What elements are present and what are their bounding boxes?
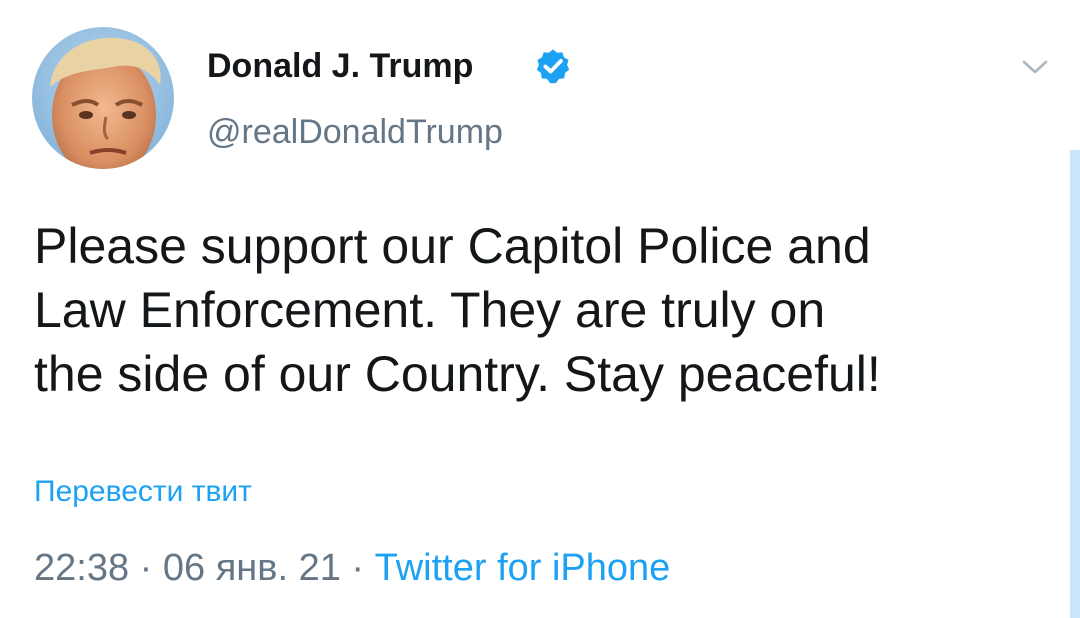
scrollbar[interactable] <box>1070 150 1080 618</box>
tweet-text-line: Law Enforcement. They are truly on <box>34 282 826 338</box>
tweet-date[interactable]: 06 янв. 21 <box>163 547 341 589</box>
tweet-text-line: Please support our Capitol Police and <box>34 218 871 274</box>
display-name[interactable]: Donald J. Trump <box>207 46 473 86</box>
translate-tweet-link[interactable]: Перевести твит <box>34 474 252 510</box>
tweet-source-link[interactable]: Twitter for iPhone <box>375 547 671 589</box>
tweet-text-line: the side of our Country. Stay peaceful! <box>34 346 881 402</box>
tweet-text: Please support our Capitol Police and La… <box>34 214 1064 406</box>
meta-separator: · <box>351 547 375 589</box>
tweet-meta: 22:38 · 06 янв. 21 · Twitter for iPhone <box>34 546 670 590</box>
avatar[interactable] <box>32 27 174 169</box>
tweet-time[interactable]: 22:38 <box>34 547 129 589</box>
verified-badge-icon <box>536 49 570 84</box>
chevron-down-icon[interactable] <box>1020 57 1050 77</box>
avatar-image <box>32 27 174 169</box>
meta-separator: · <box>139 547 163 589</box>
tweet-card: Donald J. Trump @realDonaldTrump Please … <box>0 0 1080 618</box>
user-handle[interactable]: @realDonaldTrump <box>207 112 503 152</box>
